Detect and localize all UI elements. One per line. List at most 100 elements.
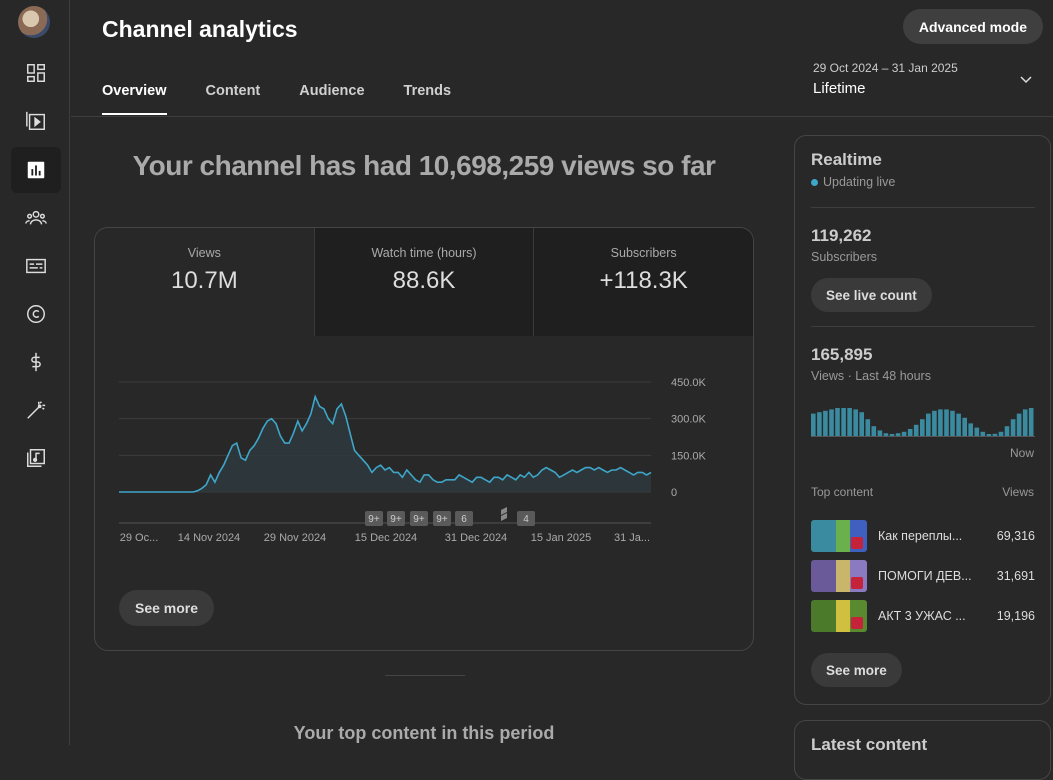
customization-icon xyxy=(27,401,46,419)
date-range-text[interactable]: 29 Oct 2024 – 31 Jan 2025 xyxy=(813,61,958,75)
realtime-bar xyxy=(986,434,992,436)
live-status: Updating live xyxy=(811,175,895,189)
realtime-bar xyxy=(968,423,973,436)
x-tick-label: 31 Ja... xyxy=(614,532,650,544)
metric-value: 10.7M xyxy=(170,267,238,294)
metric-value: 88.6K xyxy=(392,267,456,294)
realtime-bar xyxy=(841,408,846,436)
see-more-realtime-button[interactable]: See more xyxy=(811,653,902,687)
realtime-bar xyxy=(1016,413,1022,436)
dashboard-nav[interactable] xyxy=(11,50,61,96)
realtime-bar xyxy=(980,431,986,436)
realtime-bar xyxy=(926,413,931,436)
tab-trends[interactable]: Trends xyxy=(404,83,452,115)
date-filter-value[interactable]: Lifetime xyxy=(813,80,866,97)
realtime-bar xyxy=(871,426,877,436)
realtime-bar xyxy=(817,412,822,436)
realtime-bar xyxy=(835,408,840,436)
tab-audience[interactable]: Audience xyxy=(299,83,364,115)
customization-nav[interactable] xyxy=(11,387,61,433)
realtime-bar xyxy=(932,410,937,436)
views-column-label: Views xyxy=(1002,485,1034,499)
channel-avatar[interactable] xyxy=(18,6,50,38)
metric-label: Subscribers xyxy=(610,246,677,260)
top-content-label: Top content xyxy=(811,485,874,499)
realtime-bar xyxy=(1004,426,1010,436)
video-title: ПОМОГИ ДЕВ... xyxy=(878,569,972,583)
top-content-item[interactable]: ПОМОГИ ДЕВ... 31,691 xyxy=(811,559,1035,593)
realtime-bar xyxy=(865,419,871,436)
top-content-heading: Your top content in this period xyxy=(293,723,555,743)
audio-library-nav[interactable] xyxy=(11,435,61,481)
live-status-text: Updating live xyxy=(823,175,896,189)
y-tick-label: 150.0K xyxy=(671,450,707,462)
realtime-bar xyxy=(847,408,852,436)
event-marker-label: 9+ xyxy=(390,514,402,525)
left-nav xyxy=(0,0,70,745)
x-tick-label: 31 Dec 2024 xyxy=(445,532,507,544)
metric-tabs: Views 10.7M Watch time (hours) 88.6K Sub… xyxy=(95,228,753,336)
metric-value: +118.3K xyxy=(599,267,688,294)
metric-subscribers[interactable]: Subscribers +118.3K xyxy=(534,228,753,336)
realtime-bar xyxy=(1028,408,1034,436)
realtime-bar xyxy=(974,427,980,436)
top-content-item[interactable]: Как переплы... 69,316 xyxy=(811,519,1035,553)
x-tick-label: 29 Oc... xyxy=(120,532,159,544)
chevron-down-icon[interactable] xyxy=(1019,73,1033,87)
tab-overview[interactable]: Overview xyxy=(102,83,167,115)
event-marker-label: 6 xyxy=(461,514,467,525)
realtime-bar xyxy=(962,417,967,436)
realtime-bar xyxy=(998,431,1004,436)
realtime-card: Realtime Updating live 119,262 Subscribe… xyxy=(794,135,1051,705)
realtime-bar xyxy=(829,409,834,436)
earn-nav[interactable] xyxy=(11,339,61,385)
realtime-bar xyxy=(859,412,864,436)
realtime-bar xyxy=(853,409,858,436)
community-nav[interactable] xyxy=(11,195,61,241)
video-thumbnail xyxy=(811,520,867,552)
subtitles-nav[interactable] xyxy=(11,243,61,289)
realtime-bar xyxy=(901,431,907,436)
realtime-bar xyxy=(823,410,828,436)
y-tick-label: 300.0K xyxy=(671,414,707,426)
divider xyxy=(811,207,1035,208)
subtitles-icon xyxy=(26,258,46,274)
realtime-bar xyxy=(950,410,955,436)
top-content-item[interactable]: АКТ 3 УЖАС ... 19,196 xyxy=(811,599,1035,633)
realtime-bar xyxy=(1010,419,1016,436)
see-more-button[interactable]: See more xyxy=(119,590,215,626)
content-icon xyxy=(26,111,45,130)
dashboard-icon xyxy=(27,64,45,82)
latest-content-title: Latest content xyxy=(811,735,928,754)
video-title: Как переплы... xyxy=(878,529,963,543)
metric-watch-time[interactable]: Watch time (hours) 88.6K xyxy=(314,228,535,336)
video-thumbnail xyxy=(811,560,867,592)
now-label: Now xyxy=(1009,446,1034,460)
views-48h-count: 165,895 xyxy=(811,345,873,364)
event-marker-label: 4 xyxy=(523,514,529,525)
content-nav[interactable] xyxy=(11,98,61,144)
realtime-bar xyxy=(956,413,961,436)
advanced-mode-button[interactable]: Advanced mode xyxy=(902,9,1043,44)
views-headline: Your channel has had 10,698,259 views so… xyxy=(132,150,716,181)
x-tick-label: 15 Jan 2025 xyxy=(531,532,592,544)
y-tick-label: 0 xyxy=(671,487,677,499)
realtime-title: Realtime xyxy=(811,150,882,169)
y-tick-label: 450.0K xyxy=(671,377,707,389)
views-area xyxy=(119,396,651,492)
realtime-bar xyxy=(913,424,919,436)
event-marker-label: 9+ xyxy=(413,514,425,525)
overview-card: Views 10.7M Watch time (hours) 88.6K Sub… xyxy=(94,227,754,651)
tab-bar: Overview Content Audience Trends xyxy=(102,83,490,115)
realtime-bar xyxy=(889,434,895,436)
event-marker-label: 9+ xyxy=(436,514,448,525)
realtime-bar xyxy=(920,419,925,436)
realtime-bar xyxy=(895,433,901,436)
analytics-nav[interactable] xyxy=(11,147,61,193)
tab-content[interactable]: Content xyxy=(206,83,261,115)
see-live-count-button[interactable]: See live count xyxy=(811,278,932,312)
video-views: 31,691 xyxy=(996,569,1035,583)
metric-views[interactable]: Views 10.7M xyxy=(95,228,315,336)
copyright-nav[interactable] xyxy=(11,291,61,337)
community-icon xyxy=(25,210,47,225)
